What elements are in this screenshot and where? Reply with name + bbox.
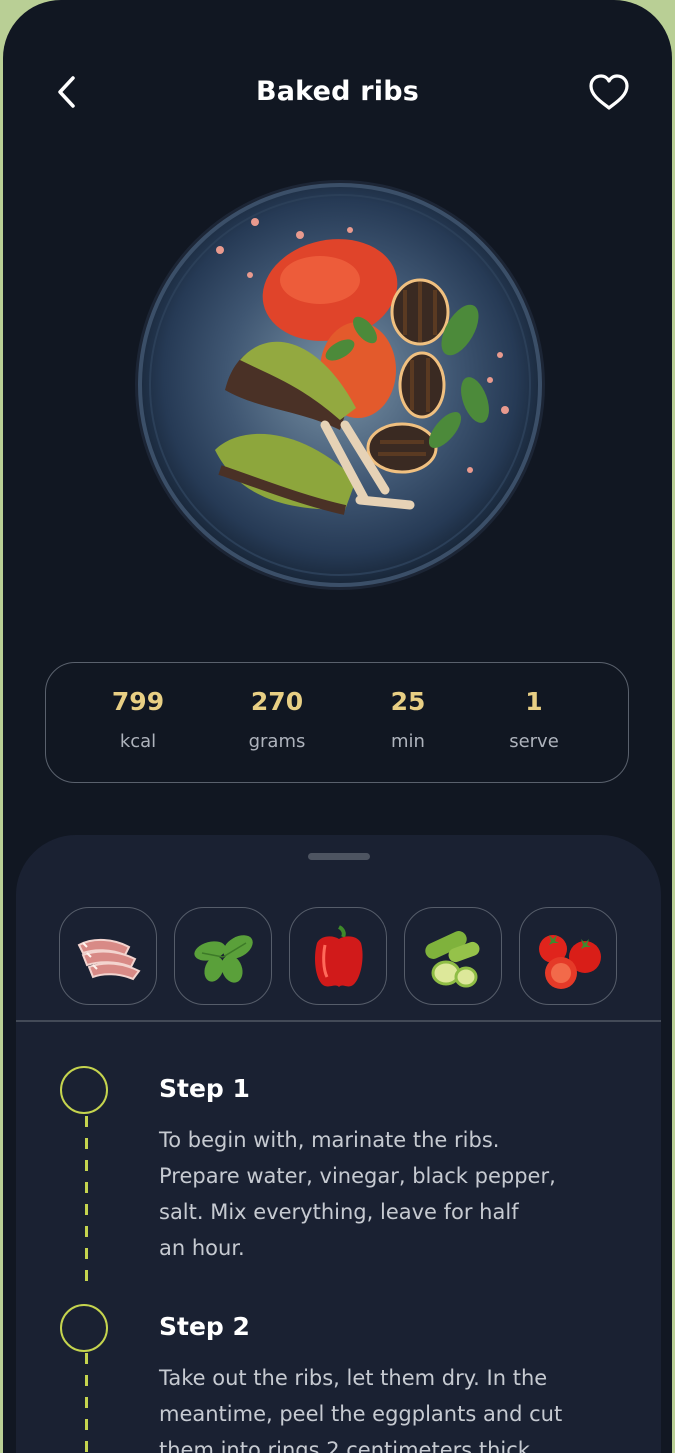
nutrition-stats: 799 kcal 270 grams 25 min 1 serve bbox=[45, 662, 629, 783]
ingredient-zucchini[interactable] bbox=[404, 907, 502, 1005]
ingredient-tomato[interactable] bbox=[519, 907, 617, 1005]
heart-outline-icon bbox=[589, 74, 629, 110]
stat-value: 799 bbox=[111, 687, 165, 716]
ingredient-ribs[interactable] bbox=[59, 907, 157, 1005]
stat-unit: min bbox=[391, 731, 425, 752]
stat-unit: serve bbox=[509, 731, 559, 752]
drag-handle[interactable] bbox=[308, 853, 370, 860]
step-title: Step 1 bbox=[159, 1074, 250, 1103]
zucchini-icon bbox=[425, 931, 480, 988]
phone-screen: Baked ribs 799 kcal 270 grams 25 min 1 s… bbox=[3, 0, 672, 1453]
red-pepper-icon bbox=[315, 925, 363, 987]
stat-unit: kcal bbox=[119, 731, 157, 752]
ingredient-basil[interactable] bbox=[174, 907, 272, 1005]
dish-photo bbox=[135, 180, 545, 590]
recipe-sheet[interactable]: Step 1 To begin with, marinate the ribs.… bbox=[16, 835, 661, 1453]
top-bar: Baked ribs bbox=[3, 0, 672, 185]
stat-servings: 1 serve bbox=[474, 687, 594, 752]
page-title: Baked ribs bbox=[255, 76, 420, 107]
step-title: Step 2 bbox=[159, 1312, 250, 1341]
ingredient-list bbox=[59, 907, 619, 1009]
step-marker bbox=[60, 1304, 108, 1352]
stat-weight: 270 grams bbox=[217, 687, 337, 752]
step-text: To begin with, marinate the ribs. Prepar… bbox=[159, 1128, 556, 1260]
stat-unit: grams bbox=[248, 731, 306, 752]
stat-value: 270 bbox=[250, 687, 304, 716]
stat-calories: 799 kcal bbox=[78, 687, 198, 752]
tomato-icon bbox=[539, 935, 601, 989]
timeline-connector bbox=[85, 1353, 88, 1453]
favorite-button[interactable] bbox=[587, 72, 631, 112]
basil-icon bbox=[194, 935, 253, 983]
ribs-icon bbox=[77, 939, 141, 981]
step-text: Take out the ribs, let them dry. In the … bbox=[159, 1366, 563, 1453]
stat-value: 1 bbox=[525, 687, 543, 716]
ingredient-red-pepper[interactable] bbox=[289, 907, 387, 1005]
timeline-connector bbox=[85, 1116, 88, 1284]
stat-value: 25 bbox=[390, 687, 426, 716]
divider bbox=[16, 1020, 661, 1022]
step-marker bbox=[60, 1066, 108, 1114]
stat-time: 25 min bbox=[348, 687, 468, 752]
